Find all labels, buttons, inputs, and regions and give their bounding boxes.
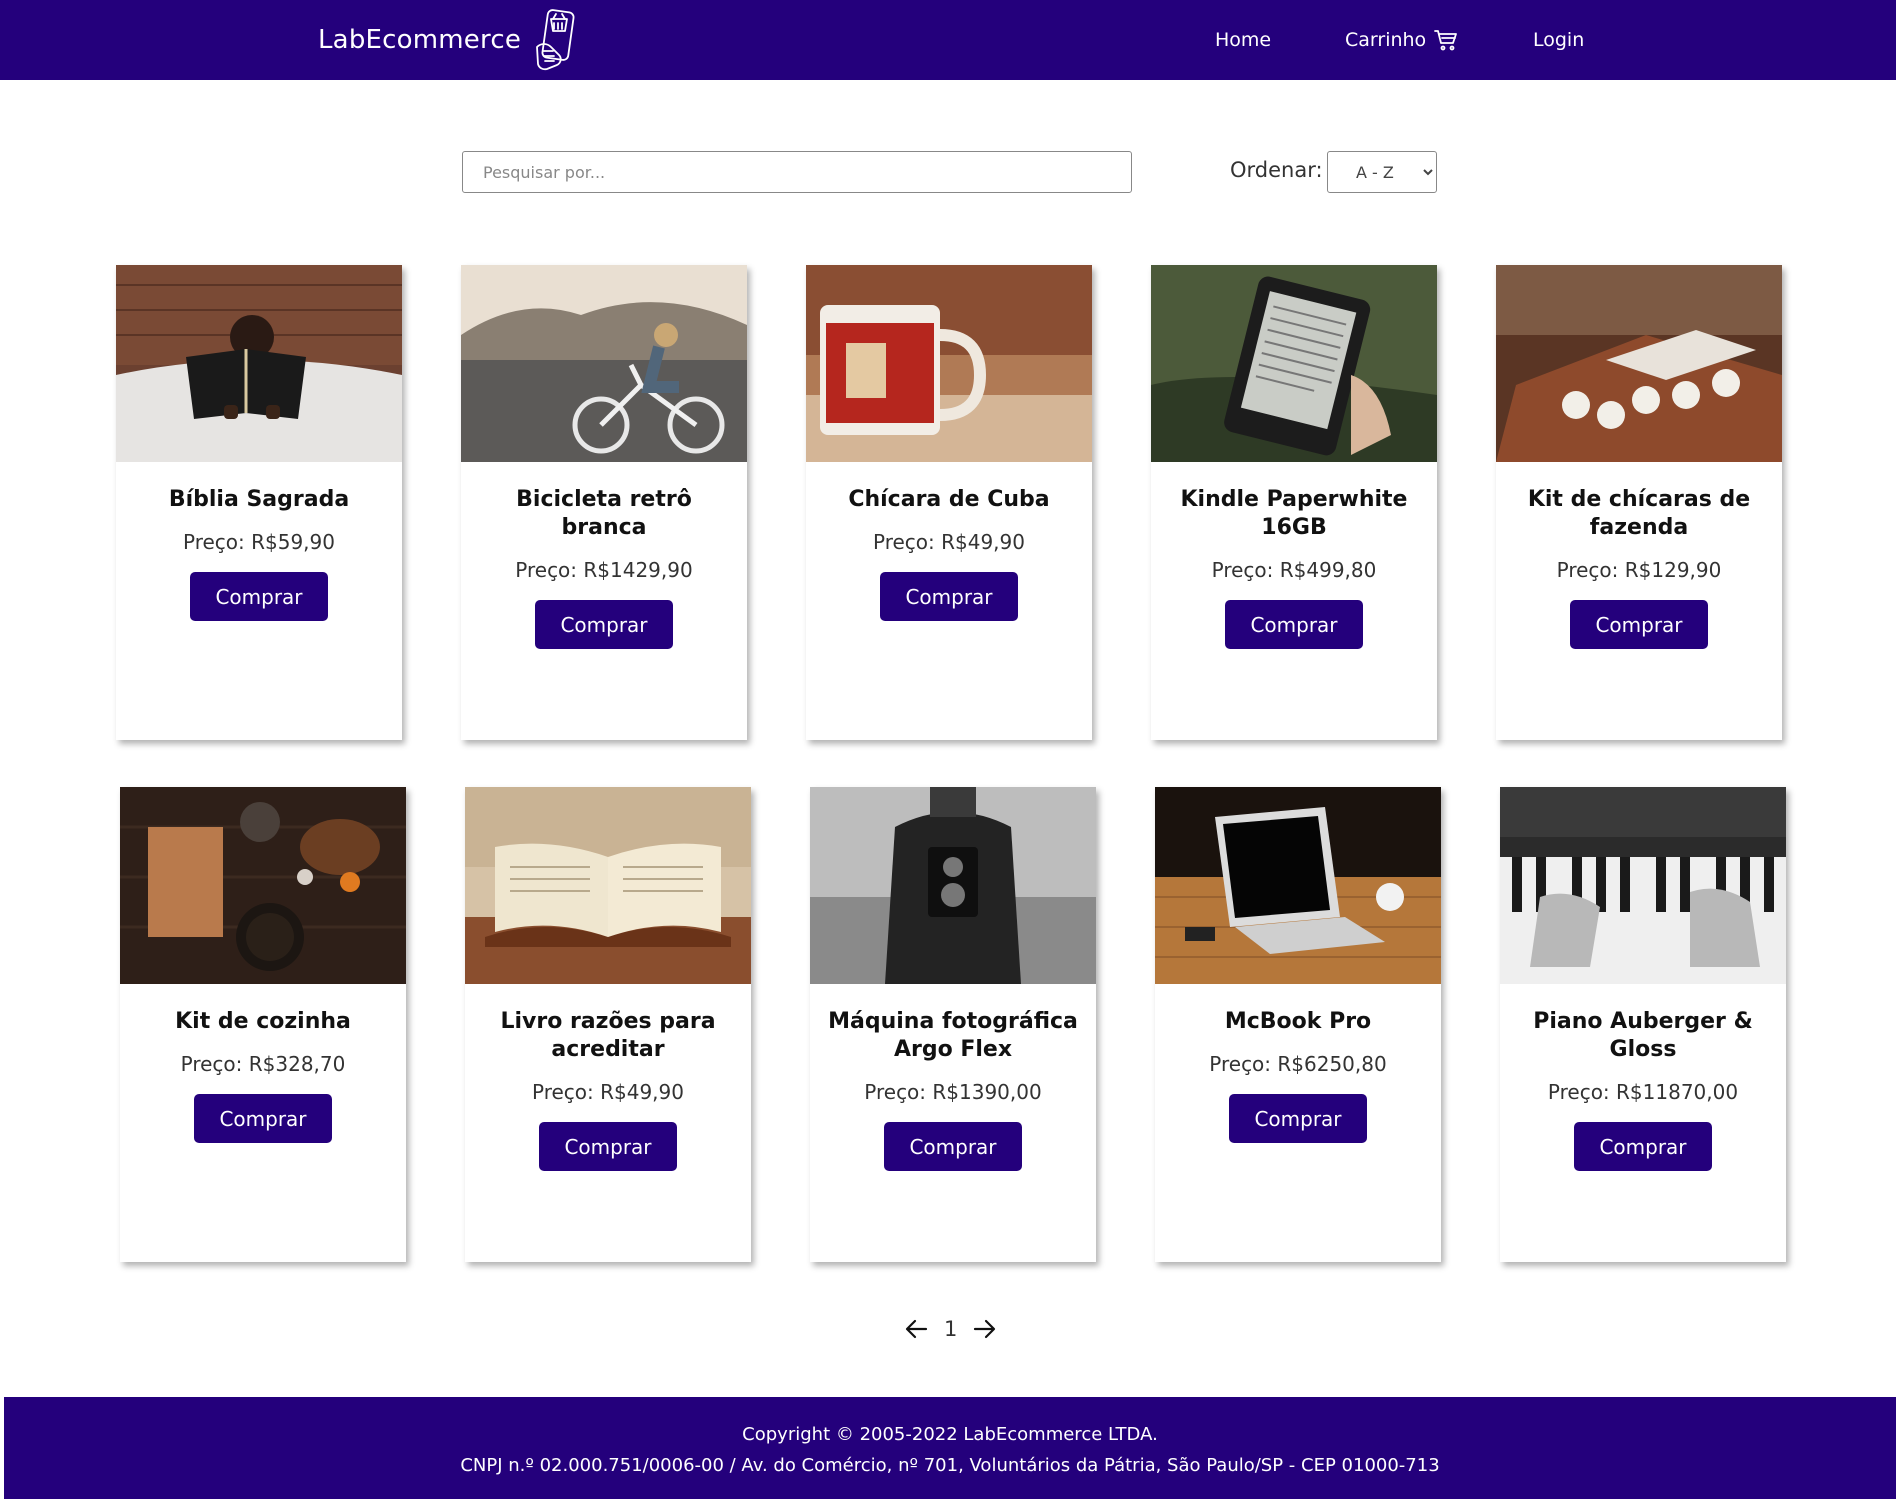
- product-card: McBook Pro Preço: R$6250,80 Comprar: [1155, 787, 1441, 1262]
- product-name: Chícara de Cuba: [848, 487, 1050, 512]
- product-grid: Bíblia Sagrada Preço: R$59,90 Comprar Bi…: [0, 0, 1896, 1504]
- top-navbar: LabEcommerce Home Carrinho Login: [0, 0, 1896, 80]
- current-page-number: 1: [944, 1317, 958, 1341]
- product-price: Preço: R$49,90: [531, 1080, 684, 1104]
- nav-cart-label: Carrinho: [1345, 29, 1427, 51]
- nav-home-link[interactable]: Home: [1215, 0, 1271, 80]
- footer-company-info: CNPJ n.º 02.000.751/0006-00 / Av. do Com…: [460, 1455, 1440, 1476]
- product-price: Preço: R$328,70: [180, 1052, 346, 1076]
- footer: Copyright © 2005-2022 LabEcommerce LTDA.…: [4, 1397, 1896, 1499]
- buy-button[interactable]: Comprar: [535, 600, 673, 649]
- product-card: Kit de cozinha Preço: R$328,70 Comprar: [120, 787, 406, 1262]
- buy-button[interactable]: Comprar: [194, 1094, 332, 1143]
- product-price: Preço: R$59,90: [182, 530, 335, 554]
- product-price: Preço: R$1390,00: [864, 1080, 1042, 1104]
- kindle-photo-icon: [1151, 265, 1437, 462]
- mug-photo-icon: [806, 265, 1092, 462]
- product-card: Kit de chícaras de fazenda Preço: R$129,…: [1496, 265, 1782, 740]
- product-price: Preço: R$1429,90: [515, 558, 693, 582]
- brand[interactable]: LabEcommerce: [318, 0, 581, 80]
- piano-photo-icon: [1500, 787, 1786, 984]
- product-name: Livro razões para acreditar: [500, 1009, 716, 1062]
- buy-button[interactable]: Comprar: [1570, 600, 1708, 649]
- buy-button[interactable]: Comprar: [1574, 1122, 1712, 1171]
- bible-photo-icon: [116, 265, 402, 462]
- product-price: Preço: R$129,90: [1556, 558, 1722, 582]
- product-name: Piano Auberger & Gloss: [1533, 1009, 1753, 1062]
- buy-button[interactable]: Comprar: [190, 572, 328, 621]
- book-photo-icon: [465, 787, 751, 984]
- product-name: McBook Pro: [1224, 1009, 1372, 1034]
- search-input[interactable]: [462, 151, 1132, 193]
- brand-name: LabEcommerce: [318, 25, 522, 55]
- buy-button[interactable]: Comprar: [1225, 600, 1363, 649]
- product-name: Bicicleta retrô branca: [516, 487, 692, 540]
- shopping-phone-logo-icon: [536, 9, 575, 71]
- pagination: 1: [904, 1314, 997, 1344]
- footer-copyright: Copyright © 2005-2022 LabEcommerce LTDA.: [742, 1424, 1158, 1445]
- product-price: Preço: R$49,90: [872, 530, 1025, 554]
- product-name: Bíblia Sagrada: [168, 487, 350, 512]
- product-price: Preço: R$499,80: [1211, 558, 1377, 582]
- product-price: Preço: R$11870,00: [1547, 1080, 1739, 1104]
- kitchen-photo-icon: [120, 787, 406, 984]
- sort-label: Ordenar:: [1230, 158, 1323, 182]
- nav-cart-link[interactable]: Carrinho: [1345, 0, 1458, 80]
- product-card: Bíblia Sagrada Preço: R$59,90 Comprar: [116, 265, 402, 740]
- product-card: Kindle Paperwhite 16GB Preço: R$499,80 C…: [1151, 265, 1437, 740]
- nav-login-link[interactable]: Login: [1533, 0, 1584, 80]
- product-card: Bicicleta retrô branca Preço: R$1429,90 …: [461, 265, 747, 740]
- buy-button[interactable]: Comprar: [884, 1122, 1022, 1171]
- bicycle-photo-icon: [461, 265, 747, 462]
- sort-select[interactable]: A - Z: [1327, 151, 1437, 193]
- product-name: Kindle Paperwhite 16GB: [1180, 487, 1408, 540]
- buy-button[interactable]: Comprar: [1229, 1094, 1367, 1143]
- laptop-photo-icon: [1155, 787, 1441, 984]
- arrow-right-icon[interactable]: [971, 1317, 997, 1341]
- product-name: Kit de chícaras de fazenda: [1527, 487, 1751, 540]
- cups-photo-icon: [1496, 265, 1782, 462]
- product-card: Piano Auberger & Gloss Preço: R$11870,00…: [1500, 787, 1786, 1262]
- product-card: Livro razões para acreditar Preço: R$49,…: [465, 787, 751, 1262]
- buy-button[interactable]: Comprar: [539, 1122, 677, 1171]
- product-price: Preço: R$6250,80: [1209, 1052, 1387, 1076]
- arrow-left-icon[interactable]: [904, 1317, 930, 1341]
- product-card: Máquina fotográfica Argo Flex Preço: R$1…: [810, 787, 1096, 1262]
- buy-button[interactable]: Comprar: [880, 572, 1018, 621]
- camera-photo-icon: [810, 787, 1096, 984]
- cart-icon: [1434, 30, 1458, 51]
- product-name: Máquina fotográfica Argo Flex: [828, 1009, 1078, 1062]
- product-name: Kit de cozinha: [175, 1009, 351, 1034]
- product-card: Chícara de Cuba Preço: R$49,90 Comprar: [806, 265, 1092, 740]
